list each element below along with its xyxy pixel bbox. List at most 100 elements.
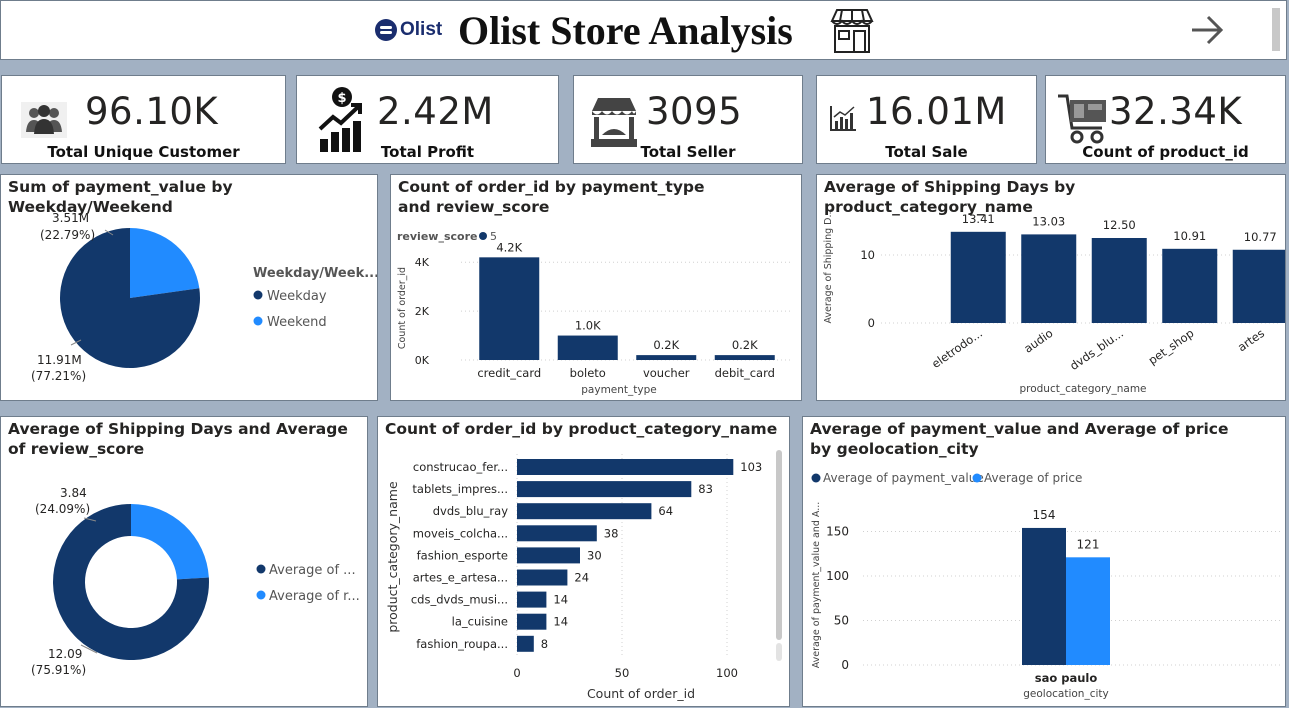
olist-logo-icon xyxy=(375,19,397,41)
data-label: 38 xyxy=(604,526,619,540)
kpi-value: 2.42M xyxy=(377,90,494,133)
legend-marker xyxy=(256,564,266,574)
pie-slice-weekend xyxy=(130,228,200,298)
review-donut-panel: Average of Shipping Days and Average of … xyxy=(0,416,368,707)
weekday-pie-panel: Sum of payment_value by Weekday/Weekend … xyxy=(0,174,378,401)
bar xyxy=(1022,527,1066,665)
data-label: 0.2K xyxy=(732,338,758,352)
data-label: 8 xyxy=(541,637,548,651)
store-icon xyxy=(830,9,874,53)
kpi-card-sale: 16.01M Total Sale xyxy=(816,75,1037,164)
payment-bar-chart[interactable]: review_score 50K2K4K4.2Kcredit_card1.0Kbo… xyxy=(391,175,801,400)
city-bar-panel: Average of payment_value and Average of … xyxy=(802,416,1286,707)
x-axis-title: geolocation_city xyxy=(1023,688,1108,700)
kpi-value: 3095 xyxy=(646,90,743,133)
data-label: (77.21%) xyxy=(31,369,86,383)
header-scrollbar[interactable] xyxy=(1272,8,1280,51)
bar xyxy=(517,503,652,520)
people-icon xyxy=(21,102,67,138)
x-tick-label: 50 xyxy=(615,666,630,680)
x-tick-label: credit_card xyxy=(477,366,541,380)
bar xyxy=(1232,249,1285,323)
data-label: 14 xyxy=(553,593,568,607)
y-axis-title: Average of Shipping D... xyxy=(823,208,834,323)
legend-label: Average of ... xyxy=(269,563,356,578)
kpi-card-customers: 96.10K Total Unique Customer xyxy=(1,75,286,164)
legend-title: Weekday/Week... xyxy=(253,266,377,281)
data-label: 13.41 xyxy=(962,212,995,226)
bar xyxy=(1021,234,1077,323)
x-axis-title: payment_type xyxy=(581,384,656,396)
data-label: 10.77 xyxy=(1244,230,1277,244)
bar xyxy=(1091,238,1147,323)
category-bar-chart[interactable]: 0 50 100 103 construcao_fer... 83 tablets_impr… xyxy=(378,417,789,706)
y-tick-label: 150 xyxy=(826,525,849,539)
y-tick-label: 0K xyxy=(415,354,430,367)
y-tick-label: fashion_roupa... xyxy=(416,637,508,651)
review-donut-chart[interactable]: 3.84(24.09%)12.09(75.91%)Average of ...A… xyxy=(1,417,367,706)
bar xyxy=(517,459,734,475)
scrollbar-track xyxy=(776,643,782,661)
legend-label: Average of r... xyxy=(269,589,360,604)
legend-marker xyxy=(972,473,982,483)
data-label: 12.09 xyxy=(48,647,82,661)
y-axis-title: Average of payment_value and A... xyxy=(811,502,822,669)
data-label: 1.0K xyxy=(575,319,601,333)
bar xyxy=(517,591,547,608)
x-tick-label: boleto xyxy=(570,366,606,380)
data-label: 121 xyxy=(1077,537,1100,551)
y-tick-label: construcao_fer... xyxy=(413,460,508,474)
back-arrow-icon[interactable] xyxy=(1189,13,1225,47)
kpi-card-profit: $ 2.42M Total Profit xyxy=(296,75,559,164)
bar xyxy=(517,569,568,586)
legend-marker xyxy=(811,473,821,483)
legend-label: Weekend xyxy=(267,315,327,330)
city-bar-chart[interactable]: Average of payment_value Average of price… xyxy=(803,417,1285,706)
data-label: 0.2K xyxy=(653,338,679,352)
legend-marker xyxy=(256,590,266,600)
data-label: (75.91%) xyxy=(31,663,86,677)
weekday-pie-chart[interactable]: 3.51M (22.79%) 11.91M (77.21%) Weekday/Week.… xyxy=(1,175,377,400)
data-label: 3.51M xyxy=(52,211,89,225)
bar xyxy=(517,547,580,564)
logo-text: Olist xyxy=(400,19,443,40)
legend-label: Average of payment_value xyxy=(823,471,984,485)
bar xyxy=(1162,248,1218,323)
y-tick-label: 100 xyxy=(826,569,849,583)
bar xyxy=(714,355,775,360)
bar xyxy=(517,525,597,542)
data-label: 30 xyxy=(587,548,602,562)
legend-marker xyxy=(253,290,263,300)
y-tick-label: 4K xyxy=(415,256,430,269)
y-tick-label: 10 xyxy=(860,248,875,262)
header-bar: Olist Olist Store Analysis xyxy=(0,0,1287,60)
olist-logo: Olist xyxy=(375,19,442,41)
y-tick-label: 0 xyxy=(868,316,875,330)
x-tick-label: eletrodo... xyxy=(929,326,985,371)
payment-bar-panel: Count of order_id by payment_type and re… xyxy=(390,174,802,401)
data-label: 103 xyxy=(740,460,762,474)
y-axis-title: product_category_name xyxy=(385,481,400,633)
cart-icon xyxy=(1058,94,1106,144)
scrollbar-thumb xyxy=(776,450,782,640)
kpi-card-products: 32.34K Count of product_id xyxy=(1045,75,1286,164)
legend-label: Weekday xyxy=(267,289,327,304)
data-label: 12.50 xyxy=(1103,218,1136,232)
category-bar-panel: Count of order_id by product_category_na… xyxy=(377,416,790,707)
y-tick-label: cds_dvds_musi... xyxy=(411,593,508,607)
y-tick-label: 50 xyxy=(834,614,849,628)
shipping-bar-panel: Average of Shipping Days by product_cate… xyxy=(816,174,1286,401)
data-label: (22.79%) xyxy=(40,228,95,242)
y-axis-title: Count of order_id xyxy=(397,267,408,349)
legend-label: Average of price xyxy=(984,471,1082,485)
x-tick-label: 0 xyxy=(513,666,520,680)
bar xyxy=(517,635,534,652)
shipping-bar-chart[interactable]: 0 10 13.41 eletrodo... 13.03 audio 12.50 dvds_b… xyxy=(817,175,1285,400)
page-title: Olist Store Analysis xyxy=(458,8,793,53)
data-label: 11.91M xyxy=(37,353,82,367)
data-label: 83 xyxy=(698,482,713,496)
legend-title: review_score xyxy=(397,230,477,243)
y-tick-label: moveis_colcha... xyxy=(413,526,508,540)
y-tick-label: la_cuisine xyxy=(452,615,508,629)
y-tick-label: dvds_blu_ray xyxy=(433,504,508,518)
